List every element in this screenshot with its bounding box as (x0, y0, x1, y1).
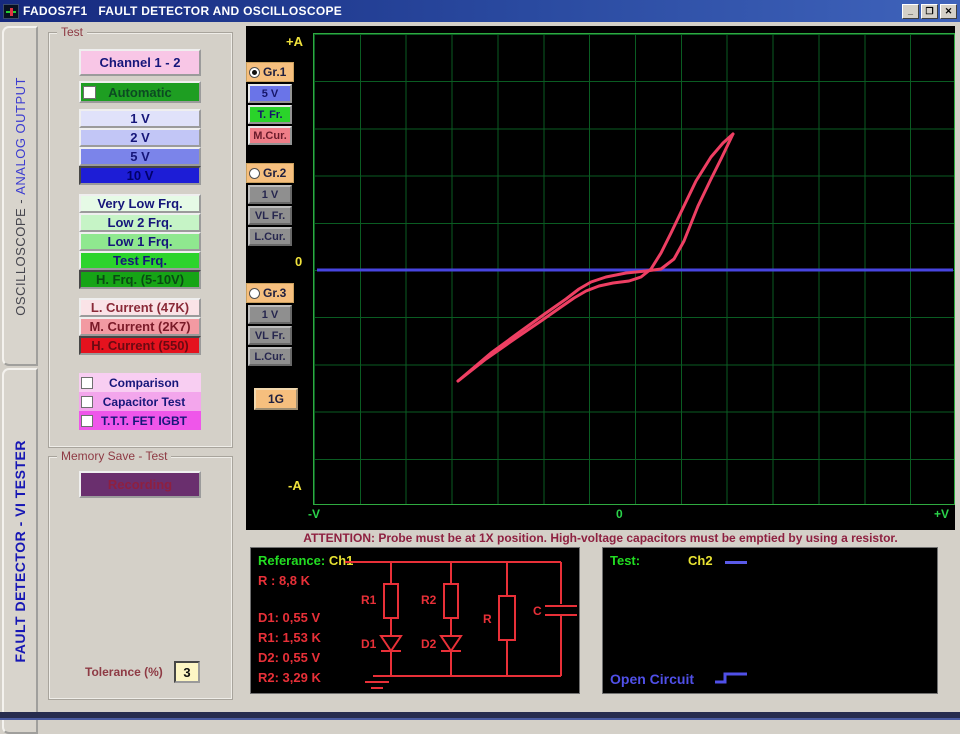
y-axis-plus-a-label: +A (286, 34, 303, 49)
restore-button[interactable]: ❐ (921, 4, 938, 19)
measurement-d1: D1: 0,55 V (258, 608, 321, 628)
group1-radio-label: Gr.1 (263, 65, 286, 79)
tolerance-input[interactable] (174, 661, 200, 683)
group2-current-button[interactable]: L.Cur. (248, 227, 292, 246)
reference-circuit-panel: Referance: Ch1 R : 8,8 K D1: 0,55 V R1: … (250, 547, 580, 694)
measurement-d2: D2: 0,55 V (258, 648, 321, 668)
x-axis-minus-v-label: -V (308, 507, 320, 521)
app-icon (3, 4, 19, 19)
automatic-checkbox[interactable] (83, 86, 96, 99)
group2-voltage-button[interactable]: 1 V (248, 185, 292, 204)
vi-curve-traces (314, 34, 956, 506)
channel-1-2-button[interactable]: Channel 1 - 2 (79, 49, 201, 76)
memory-save-title: Memory Save - Test (57, 449, 171, 463)
test-groupbox-title: Test (57, 25, 87, 39)
circuit-d1-label: D1 (361, 637, 377, 651)
group1-current-button[interactable]: M.Cur. (248, 126, 292, 145)
x-axis-zero-label: 0 (616, 507, 623, 521)
group3-radio[interactable] (249, 288, 260, 299)
group3-radio-row[interactable]: Gr.3 (246, 283, 294, 303)
voltage-10v-button[interactable]: 10 V (79, 166, 201, 185)
test-channel-label: Ch2 (688, 553, 713, 568)
minimize-button[interactable]: _ (902, 4, 919, 19)
group3-radio-label: Gr.3 (263, 286, 286, 300)
group1-voltage-button[interactable]: 5 V (248, 84, 292, 103)
capacitor-test-label: Capacitor Test (97, 395, 191, 409)
test-frq-button[interactable]: Test Frq. (79, 251, 201, 270)
low-1-frq-button[interactable]: Low 1 Frq. (79, 232, 201, 251)
window-title: FADOS7F1 FAULT DETECTOR AND OSCILLOSCOPE (23, 4, 342, 18)
automatic-button[interactable]: Automatic (79, 81, 201, 103)
circuit-d2-label: D2 (421, 637, 437, 651)
vi-curve-lower-trace (458, 134, 733, 381)
capacitor-test-checkbox[interactable] (81, 396, 93, 408)
tab-fault-detector-vi-tester[interactable]: FAULT DETECTOR - VI TESTER (2, 368, 38, 734)
test-label: Test: (610, 553, 640, 568)
medium-current-button[interactable]: M. Current (2K7) (79, 317, 201, 336)
side-tab-strip: OSCILLOSCOPE - ANALOG OUTPUT FAULT DETEC… (0, 22, 40, 712)
comparison-label: Comparison (97, 376, 191, 390)
group3-current-button[interactable]: L.Cur. (248, 347, 292, 366)
reference-label: Referance: (258, 553, 325, 568)
vi-curve-upper-trace (458, 134, 733, 381)
voltage-5v-button[interactable]: 5 V (79, 147, 201, 166)
reference-resistance-value: R : 8,8 K (258, 573, 310, 588)
low-2-frq-button[interactable]: Low 2 Frq. (79, 213, 201, 232)
recording-button[interactable]: Recording (79, 471, 201, 498)
tab-fault-detector-label: FAULT DETECTOR - VI TESTER (12, 440, 28, 663)
low-current-button[interactable]: L. Current (47K) (79, 298, 201, 317)
voltage-1v-button[interactable]: 1 V (79, 109, 201, 128)
high-frq-button[interactable]: H. Frq. (5-10V) (79, 270, 201, 289)
automatic-label: Automatic (81, 85, 199, 100)
group3-voltage-button[interactable]: 1 V (248, 305, 292, 324)
group2-freq-button[interactable]: VL Fr. (248, 206, 292, 225)
attention-message: ATTENTION: Probe must be at 1X position.… (246, 531, 955, 546)
group1-radio[interactable] (249, 67, 260, 78)
capacitor-test-checkbox-row[interactable]: Capacitor Test (79, 392, 201, 411)
open-circuit-status: Open Circuit (610, 671, 694, 687)
circuit-r-label: R (483, 612, 492, 626)
app-window: FADOS7F1 FAULT DETECTOR AND OSCILLOSCOPE… (0, 0, 960, 720)
open-circuit-icon (713, 669, 751, 685)
comparison-checkbox[interactable] (81, 377, 93, 389)
voltage-2v-button[interactable]: 2 V (79, 128, 201, 147)
very-low-frq-button[interactable]: Very Low Frq. (79, 194, 201, 213)
tab-oscilloscope-analog-output[interactable]: OSCILLOSCOPE - ANALOG OUTPUT (2, 26, 38, 366)
x-axis-plus-v-label: +V (934, 507, 949, 521)
circuit-r1-label: R1 (361, 593, 377, 607)
ttt-fet-igbt-checkbox-row[interactable]: T.T.T. FET IGBT (79, 411, 201, 430)
tab-oscilloscope-label: OSCILLOSCOPE (13, 207, 28, 315)
title-bar: FADOS7F1 FAULT DETECTOR AND OSCILLOSCOPE… (0, 0, 960, 22)
window-bottom-border (0, 712, 960, 720)
ttt-fet-igbt-checkbox[interactable] (81, 415, 93, 427)
group1-radio-row[interactable]: Gr.1 (246, 62, 294, 82)
ttt-fet-igbt-label: T.T.T. FET IGBT (97, 414, 191, 428)
measurement-r1: R1: 1,53 K (258, 628, 321, 648)
gain-1g-button[interactable]: 1G (254, 388, 298, 410)
circuit-c-label: C (533, 604, 542, 618)
close-button[interactable]: ✕ (940, 4, 957, 19)
group2-radio-row[interactable]: Gr.2 (246, 163, 294, 183)
group1-freq-button[interactable]: T. Fr. (248, 105, 292, 124)
test-result-panel: Test: Ch2 Open Circuit (602, 547, 938, 694)
scope-panel: +A 0 -A -V 0 +V Gr.1 5 V T. Fr. M.Cur. G… (246, 26, 955, 530)
test-groupbox: Test Channel 1 - 2 Automatic 1 V 2 V 5 V… (48, 32, 233, 448)
reference-measurements: D1: 0,55 V R1: 1,53 K D2: 0,55 V R2: 3,2… (258, 608, 321, 688)
group3-freq-button[interactable]: VL Fr. (248, 326, 292, 345)
measurement-r2: R2: 3,29 K (258, 668, 321, 688)
vi-curve-plot (313, 33, 955, 505)
group2-radio[interactable] (249, 168, 260, 179)
equivalent-circuit-diagram: R1 R2 R C D1 D2 (345, 548, 577, 694)
memory-save-groupbox: Memory Save - Test Recording Tolerance (… (48, 456, 233, 700)
circuit-r2-label: R2 (421, 593, 437, 607)
tolerance-label: Tolerance (%) (85, 665, 163, 679)
group2-radio-label: Gr.2 (263, 166, 286, 180)
high-current-button[interactable]: H. Current (550) (79, 336, 201, 355)
tab-analog-output-label: ANALOG OUTPUT (13, 77, 28, 195)
y-axis-minus-a-label: -A (288, 478, 302, 493)
comparison-checkbox-row[interactable]: Comparison (79, 373, 201, 392)
y-axis-zero-label: 0 (295, 254, 302, 269)
channel2-trace-legend-dash (725, 561, 747, 564)
